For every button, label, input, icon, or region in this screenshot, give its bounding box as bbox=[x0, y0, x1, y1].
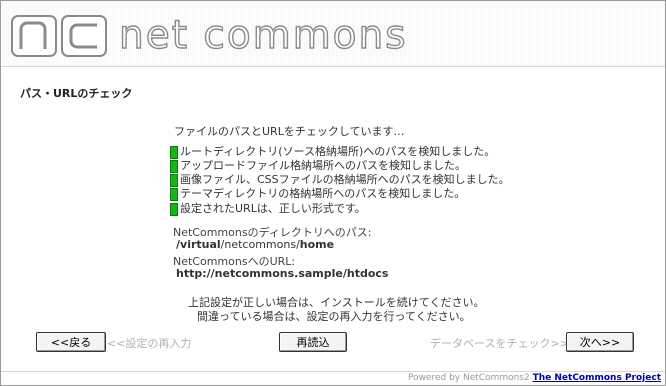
check-ok-icon bbox=[170, 145, 178, 159]
check-item: 画像ファイル、CSSファイルの格納場所へのパスを検知しました。 bbox=[170, 173, 510, 187]
check-text: 設定されたURLは、正しい形式です。 bbox=[180, 202, 366, 215]
next-hint: データベースをチェック>> bbox=[430, 337, 569, 350]
check-ok-icon bbox=[170, 187, 178, 201]
check-item: 設定されたURLは、正しい形式です。 bbox=[170, 202, 366, 216]
check-item: テーマディレクトリの格納場所へのパスを検知しました。 bbox=[170, 187, 465, 201]
path-value-part3: home bbox=[299, 238, 335, 251]
header: net commons bbox=[1, 1, 665, 67]
back-button[interactable]: <<戻る bbox=[36, 332, 106, 352]
url-value: http://netcommons.sample/htdocs bbox=[176, 267, 389, 280]
next-button[interactable]: 次へ>> bbox=[566, 332, 634, 352]
project-link[interactable]: The NetCommons Project bbox=[533, 373, 661, 383]
check-ok-icon bbox=[170, 173, 178, 187]
check-text: テーマディレクトリの格納場所へのパスを検知しました。 bbox=[180, 187, 466, 200]
installer-window: net commons パス・URLのチェック ファイルのパスとURLをチェック… bbox=[0, 0, 666, 386]
powered-by-text: Powered by NetCommons2 bbox=[407, 373, 530, 383]
reload-button[interactable]: 再読込 bbox=[279, 332, 347, 352]
footer: Powered by NetCommons2 The NetCommons Pr… bbox=[408, 373, 661, 383]
check-ok-icon bbox=[170, 159, 178, 173]
path-value: /virtual/netcommons/home bbox=[176, 238, 334, 251]
check-item: ルートディレクトリ(ソース格納場所)へのパスを検知しました。 bbox=[170, 145, 495, 159]
check-item: アップロードファイル格納場所へのパスを検知しました。 bbox=[170, 159, 466, 173]
page-title: パス・URLのチェック bbox=[20, 87, 133, 100]
brand-text: net commons bbox=[118, 12, 408, 58]
nc-logo-icon bbox=[11, 15, 107, 57]
footer-divider bbox=[1, 371, 665, 372]
back-hint: <<設定の再入力 bbox=[107, 337, 192, 350]
path-value-part1: /virtual bbox=[176, 238, 221, 251]
path-value-part2: /netcommons/ bbox=[220, 238, 300, 251]
confirm-note-2: 間違っている場合は、設定の再入力を行ってください。 bbox=[197, 310, 471, 323]
intro-text: ファイルのパスとURLをチェックしています… bbox=[174, 125, 405, 138]
check-ok-icon bbox=[170, 202, 178, 216]
